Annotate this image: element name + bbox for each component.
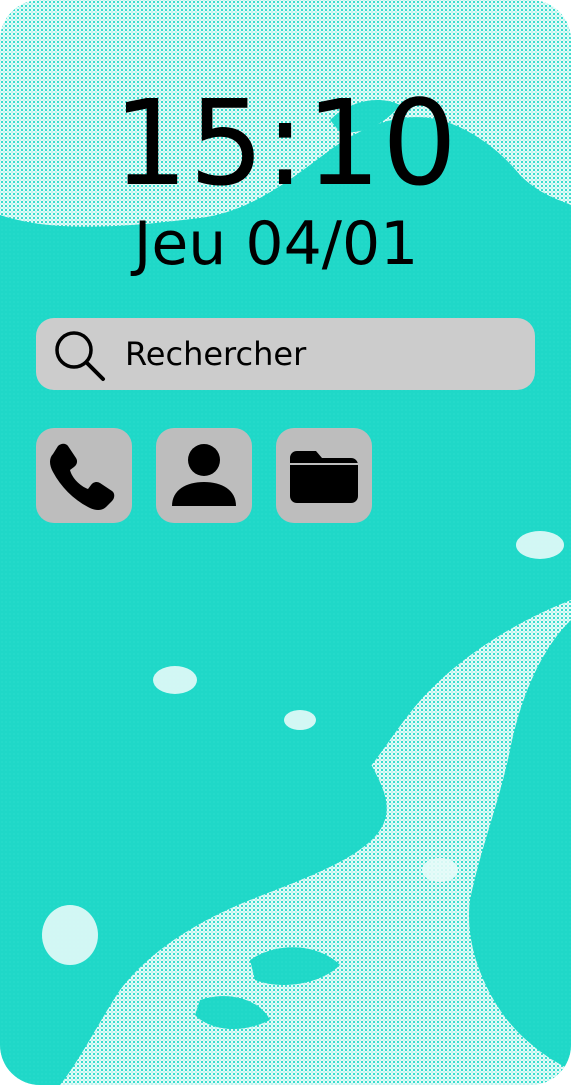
app-files[interactable]: [276, 428, 372, 523]
phone-icon: [50, 443, 115, 510]
date-label: Jeu 04/01: [133, 209, 419, 279]
search-bar[interactable]: Rechercher: [36, 318, 535, 390]
search-icon: [55, 331, 105, 381]
clock-time: 15:10: [112, 74, 459, 212]
app-contacts[interactable]: [156, 428, 252, 523]
folder-icon: [290, 451, 358, 503]
contacts-icon: [172, 444, 236, 506]
home-screen: 15:10 Jeu 04/01 Rechercher: [0, 0, 571, 1085]
search-placeholder: Rechercher: [125, 335, 307, 373]
app-phone[interactable]: [36, 428, 132, 523]
